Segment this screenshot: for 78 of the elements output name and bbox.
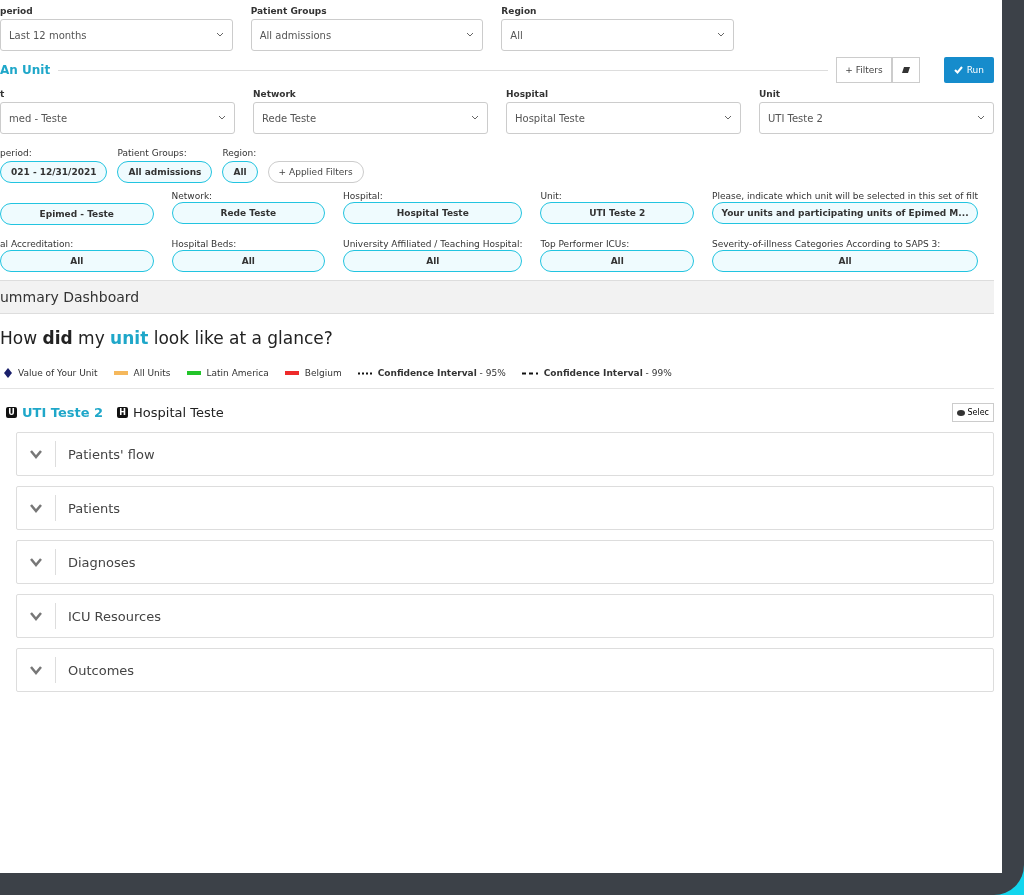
filter-value: All: [222, 161, 258, 183]
caret-icon: [471, 115, 479, 121]
dropdown-select[interactable]: Rede Teste: [253, 102, 488, 134]
filter-label: period:: [0, 148, 33, 158]
filter-label: Network:: [171, 191, 214, 201]
letter-badge-icon: H: [117, 407, 129, 418]
question-heading: How did my unit look like at a glance?: [0, 327, 334, 350]
caret-icon: [724, 115, 732, 121]
field-label: Network: [253, 89, 297, 99]
filter-value: All: [0, 250, 154, 272]
filter-label: University Affiliated / Teaching Hospital:: [343, 239, 523, 249]
filter-label: al Accreditation:: [0, 239, 75, 249]
section-label: Outcomes: [68, 662, 135, 678]
filter-value: Rede Teste: [171, 202, 326, 224]
caret-icon: [717, 32, 725, 38]
field-label: t: [0, 89, 6, 99]
filter-label: Unit:: [540, 191, 563, 201]
field-label: period: [0, 6, 34, 16]
dropdown-select[interactable]: Hospital Teste: [506, 102, 741, 134]
field-label: Unit: [759, 89, 782, 99]
field-label: Hospital: [506, 89, 550, 99]
accordion-section[interactable]: Diagnoses: [16, 540, 994, 584]
filter-label: Region:: [222, 148, 258, 158]
accordion-section[interactable]: Outcomes: [16, 648, 994, 692]
filter-value: All: [712, 250, 978, 272]
section-title: An Unit: [0, 63, 51, 77]
accordion-section[interactable]: Patients: [16, 486, 994, 530]
section-label: Patients: [68, 500, 121, 516]
filter-value: All: [171, 250, 326, 272]
dropdown-select[interactable]: Last 12 months: [0, 19, 233, 51]
filter-value: 021 - 12/31/2021: [0, 161, 108, 183]
legend-label: Latin America: [206, 368, 269, 378]
filter-value: All: [343, 250, 523, 272]
dropdown-select[interactable]: All admissions: [250, 19, 484, 51]
section-label: ICU Resources: [68, 608, 161, 624]
filter-label: Severity-of-illness Categories According to SAPS 3:: [712, 239, 942, 249]
run-button[interactable]: Run: [943, 57, 994, 83]
legend-label: Confidence Interval - 95%: [377, 368, 506, 378]
dashboard-header: ummary Dashboard: [0, 280, 994, 314]
filter-label: Hospital Beds:: [171, 239, 238, 249]
filter-label: Top Performer ICUs:: [540, 239, 631, 249]
filter-value: UTI Teste 2: [540, 202, 694, 224]
dropdown-select[interactable]: All: [501, 19, 734, 51]
hospital-name: H Hospital Teste: [117, 405, 224, 420]
caret-icon: [218, 115, 226, 121]
eraser-icon: [900, 66, 911, 74]
filters-button[interactable]: + Filters: [836, 57, 892, 83]
accordion-section[interactable]: ICU Resources: [16, 594, 994, 638]
select-button[interactable]: Selec: [952, 403, 994, 422]
legend-label: Confidence Interval - 99%: [543, 368, 672, 378]
dropdown-select[interactable]: med - Teste: [0, 102, 235, 134]
check-icon: [953, 66, 963, 74]
dropdown-select[interactable]: UTI Teste 2: [759, 102, 994, 134]
legend-label: Belgium: [304, 368, 342, 378]
field-label: Patient Groups: [250, 6, 328, 16]
accordion-section[interactable]: Patients' flow: [16, 432, 994, 476]
unit-name: U UTI Teste 2: [6, 405, 104, 420]
legend-label: All Units: [133, 368, 171, 378]
dashed-line-icon: [521, 371, 538, 375]
filter-value: Hospital Teste: [343, 202, 523, 224]
section-label: Patients' flow: [68, 446, 155, 462]
letter-badge-icon: U: [6, 407, 17, 418]
filter-value: Your units and participating units of Epimed M...: [712, 202, 978, 224]
field-label: Region: [501, 6, 538, 16]
filter-value: All: [540, 250, 694, 272]
filter-label: Please, indicate which unit will be selected in this set of filt: [712, 191, 978, 201]
dotted-line-icon: [357, 371, 372, 375]
eraser-button[interactable]: [891, 57, 920, 83]
legend-label: Value of Your Unit: [18, 368, 98, 378]
section-label: Diagnoses: [68, 554, 136, 570]
filter-label: Hospital:: [343, 191, 384, 201]
caret-icon: [977, 115, 985, 121]
filter-value: All admissions: [117, 161, 213, 183]
applied-filters-button[interactable]: + Applied Filters: [267, 161, 364, 183]
filter-label: Patient Groups:: [117, 148, 188, 158]
caret-icon: [215, 32, 224, 38]
caret-icon: [466, 32, 475, 38]
filter-value: Epimed - Teste: [0, 203, 154, 225]
